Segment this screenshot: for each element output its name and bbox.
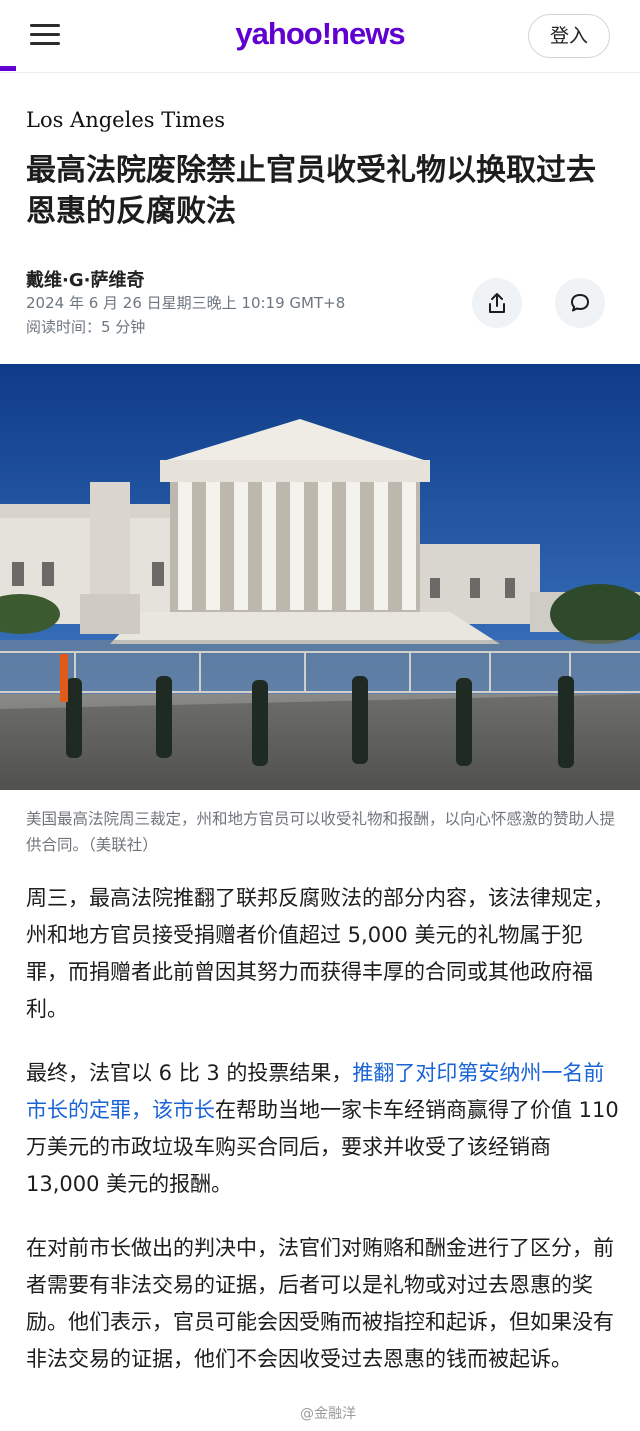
share-button[interactable] xyxy=(472,278,522,328)
watermark: @金融洋 xyxy=(300,1406,356,1422)
source-logo[interactable]: Los Angeles Times xyxy=(26,108,225,132)
article-paragraph: 周三，最高法院推翻了联邦反腐败法的部分内容，该法律规定，州和地方官员接受捐赠者价… xyxy=(26,886,614,1021)
paragraph-text: ， xyxy=(131,1098,152,1122)
login-button[interactable]: 登入 xyxy=(528,14,610,58)
photo-caption: 美国最高法院周三裁定，州和地方官员可以收受礼物和报酬，以向心怀感激的赞助人提供合… xyxy=(26,810,616,854)
comment-icon xyxy=(571,294,589,312)
read-time: 阅读时间：5 分钟 xyxy=(26,318,146,336)
mayor-link[interactable]: 该市长 xyxy=(152,1098,215,1122)
article-headline: 最高法院废除禁止官员收受礼物以换取过去恩惠的反腐败法 xyxy=(26,153,596,229)
top-bar: yahoo!news 登入 xyxy=(0,0,640,73)
comment-button[interactable] xyxy=(555,278,605,328)
article-paragraph: 在对前市长做出的判决中，法官们对贿赂和酬金进行了区分，前者需要有非法交易的证据，… xyxy=(26,1236,614,1371)
publish-date: 2024 年 6 月 26 日星期三晚上 10:19 GMT+8 xyxy=(26,294,346,312)
menu-accent-bar xyxy=(0,66,16,71)
supreme-court-photo[interactable] xyxy=(0,364,640,790)
author-name[interactable]: 戴维·G·萨维奇 xyxy=(26,266,144,292)
paragraph-text: 最终，法官以 6 比 3 的投票结果， xyxy=(26,1061,353,1085)
article-paragraph: 最终，法官以 6 比 3 的投票结果，推翻了对印第安纳州一名前市长的定罪，该市长… xyxy=(26,1055,620,1203)
share-icon xyxy=(489,293,505,313)
